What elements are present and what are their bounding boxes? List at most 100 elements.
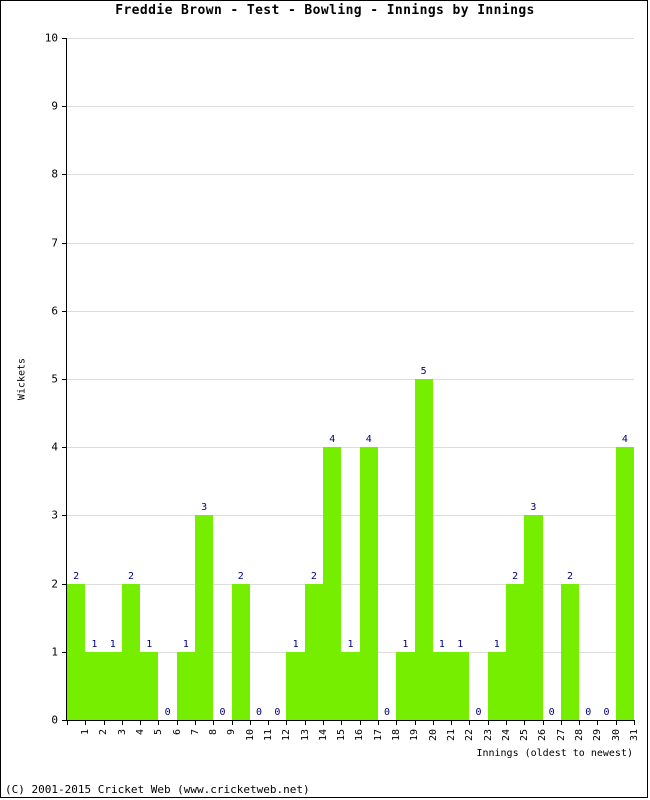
- y-tick-label: 0: [51, 713, 58, 727]
- x-tick-mark: [634, 720, 635, 725]
- bar[interactable]: [432, 651, 452, 720]
- x-tick-label: 20: [427, 729, 439, 742]
- bar[interactable]: [231, 583, 250, 720]
- bar[interactable]: [304, 583, 324, 720]
- bar[interactable]: [121, 583, 141, 720]
- x-tick-mark: [231, 720, 233, 725]
- bar-value-label: 1: [109, 638, 116, 650]
- bar-value-label: 3: [530, 502, 537, 514]
- bar-value-label: 2: [73, 570, 80, 582]
- bar[interactable]: [140, 651, 159, 720]
- y-tick-label: 7: [51, 236, 58, 250]
- bar[interactable]: [560, 583, 580, 720]
- bar-value-label: 0: [585, 707, 592, 718]
- x-tick-mark: [396, 720, 398, 725]
- bar-slot[interactable]: 2 28: [560, 38, 585, 741]
- bar-slot[interactable]: 13: [103, 38, 128, 735]
- bar[interactable]: [505, 583, 525, 720]
- bar-slot[interactable]: 2 10: [231, 38, 256, 741]
- bar-slot[interactable]: 0 23: [469, 38, 494, 741]
- x-tick-label: 24: [500, 729, 512, 742]
- bar[interactable]: [176, 651, 196, 720]
- x-tick-mark: [323, 720, 325, 725]
- bar-value-label: 2: [512, 570, 519, 582]
- x-tick-label: 6: [171, 729, 183, 736]
- bar[interactable]: [195, 515, 214, 720]
- bar-value-label: 2: [310, 570, 317, 582]
- bar[interactable]: [414, 379, 433, 720]
- bar-slot[interactable]: 3 26: [524, 38, 548, 741]
- bar-slot[interactable]: 1 21: [432, 38, 457, 741]
- bar[interactable]: [615, 447, 634, 720]
- bar-slot[interactable]: 1 22: [451, 38, 475, 741]
- x-tick-mark: [286, 720, 288, 725]
- x-tick-label: 13: [299, 729, 311, 742]
- x-tick-label: 18: [391, 729, 403, 742]
- bar-slot[interactable]: 0 30: [597, 38, 622, 741]
- bar[interactable]: [359, 447, 378, 720]
- bar-value-label: 3: [201, 502, 208, 514]
- bar-slot[interactable]: 1 13: [286, 38, 311, 741]
- bar[interactable]: [323, 447, 342, 720]
- bar-slot[interactable]: 4 17: [359, 38, 384, 741]
- x-tick-label: 3: [116, 729, 128, 736]
- bar-slot[interactable]: 1 24: [487, 38, 512, 741]
- bar-slot[interactable]: 4 31: [615, 38, 640, 741]
- bar[interactable]: [103, 651, 122, 720]
- x-tick-mark: [524, 720, 526, 725]
- bar-value-label: 2: [566, 570, 573, 582]
- bar-slot[interactable]: 1 16: [341, 38, 365, 741]
- bar[interactable]: [524, 515, 543, 720]
- bar-value-label: 1: [457, 638, 464, 650]
- y-tick-label: 8: [51, 167, 58, 181]
- bar-value-label: 1: [493, 638, 500, 650]
- bar-value-label: 1: [347, 638, 354, 650]
- bar-slot[interactable]: 0 27: [542, 38, 567, 741]
- bar[interactable]: [85, 651, 104, 720]
- x-tick-label: 29: [592, 729, 604, 742]
- bar-slot[interactable]: 0 12: [268, 38, 292, 741]
- x-tick-label: 21: [445, 729, 457, 742]
- bar-slot[interactable]: 24: [121, 38, 146, 735]
- x-tick-mark: [469, 720, 471, 725]
- bar-value-label: 0: [164, 707, 171, 718]
- bar-slot[interactable]: 4 15: [323, 38, 347, 741]
- bar-slot[interactable]: 1 19: [396, 38, 420, 741]
- bar-slot[interactable]: 2 25: [505, 38, 530, 741]
- bar-slot[interactable]: 17: [176, 38, 201, 735]
- bar[interactable]: [487, 651, 506, 720]
- x-tick-mark: [304, 720, 306, 725]
- x-tick-label: 28: [573, 729, 585, 742]
- bar-slot[interactable]: 38: [195, 38, 219, 735]
- bar-value-label: 0: [548, 707, 555, 718]
- bar-slot[interactable]: 0 29: [579, 38, 603, 741]
- x-tick-label: 15: [336, 729, 348, 742]
- x-tick-label: 12: [281, 729, 293, 742]
- bar-value-label: 4: [329, 434, 336, 446]
- bar-slot[interactable]: 2 14: [304, 38, 329, 741]
- bar-slot[interactable]: 0 18: [377, 38, 402, 741]
- bar-slot[interactable]: 09: [213, 38, 237, 735]
- x-tick-mark: [615, 720, 617, 725]
- bar-slot[interactable]: 0 11: [249, 38, 274, 741]
- bar-slot[interactable]: 12: [85, 38, 109, 735]
- bar[interactable]: [67, 583, 86, 720]
- x-tick-mark: [377, 720, 379, 725]
- y-tick-label: 3: [51, 508, 58, 522]
- bar-slot[interactable]: 15: [140, 38, 164, 735]
- x-tick-label: 27: [555, 729, 567, 742]
- x-tick-label: 11: [263, 729, 275, 742]
- bar-slot[interactable]: 21: [67, 38, 91, 735]
- copyright-notice: (C) 2001-2015 Cricket Web (www.cricketwe…: [5, 783, 310, 796]
- bar[interactable]: [396, 651, 415, 720]
- bar-value-label: 0: [384, 707, 391, 718]
- bar[interactable]: [286, 651, 305, 720]
- bar-slot[interactable]: 06: [158, 38, 183, 735]
- bar[interactable]: [341, 651, 360, 720]
- x-tick-mark: [140, 720, 142, 725]
- bar-value-label: 1: [402, 638, 409, 650]
- bar[interactable]: [451, 651, 470, 720]
- y-tick-label: 10: [44, 31, 58, 45]
- x-tick-label: 23: [482, 729, 494, 742]
- bar-slot[interactable]: 5 20: [414, 38, 439, 741]
